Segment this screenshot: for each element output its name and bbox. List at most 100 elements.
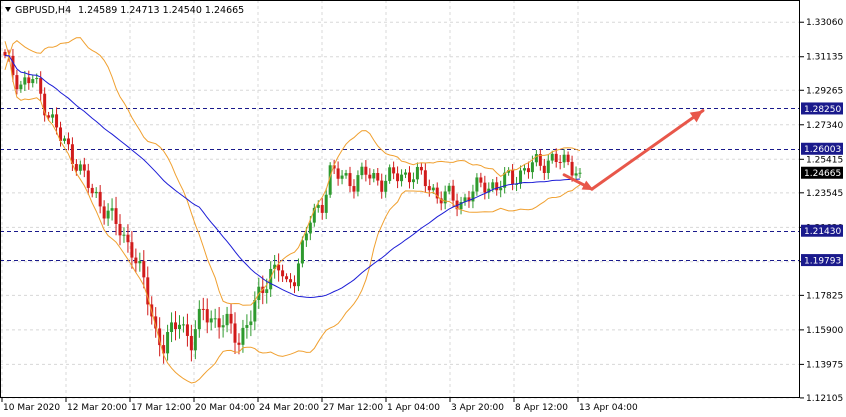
- bull-candle: [443, 185, 447, 210]
- bull-candle: [499, 180, 503, 198]
- bear-candle: [90, 183, 94, 198]
- time-tick-label: 3 Apr 20:00: [451, 403, 504, 413]
- bull-candle: [213, 308, 217, 328]
- time-tick-label: 8 Apr 12:00: [515, 403, 568, 413]
- bull-candle: [415, 162, 419, 184]
- time-tick-label: 12 Mar 20:00: [67, 403, 127, 413]
- bear-candle: [538, 149, 542, 171]
- bull-candle: [122, 227, 126, 243]
- time-axis[interactable]: 10 Mar 2020 12 Mar 20:00 17 Mar 12:00 20 Ma…: [1, 398, 638, 413]
- bear-candle: [467, 190, 471, 208]
- bull-candle: [249, 310, 253, 337]
- candles: [3, 48, 582, 364]
- bollinger-lower-band: [4, 55, 581, 384]
- bull-candle: [388, 164, 392, 184]
- bull-candle: [106, 203, 110, 226]
- price-tick-label: 1.15900: [806, 326, 843, 336]
- time-tick-label: 27 Mar 12:00: [323, 403, 383, 413]
- bear-candle: [352, 179, 356, 199]
- price-axis[interactable]: 1.33060 1.31135 1.29265 1.27340 1.25415 1.235…: [800, 18, 843, 404]
- bear-candle: [229, 303, 233, 334]
- dropdown-triangle-icon[interactable]: [5, 7, 11, 12]
- time-tick-label: 20 Mar 04:00: [195, 403, 255, 413]
- bear-candle: [185, 313, 189, 347]
- bull-candle: [245, 314, 249, 339]
- bear-candle: [407, 166, 411, 189]
- price-tick-label: 1.33060: [806, 18, 843, 28]
- bull-candle: [51, 108, 55, 123]
- bull-candle: [94, 187, 98, 199]
- bull-candle: [221, 315, 225, 338]
- bull-candle: [384, 174, 388, 198]
- bear-candle: [483, 175, 487, 200]
- bear-candle: [118, 214, 122, 246]
- time-tick-label: 10 Mar 2020: [3, 403, 60, 413]
- bear-candle: [285, 273, 289, 283]
- bear-candle: [146, 266, 150, 316]
- bull-candle: [170, 312, 174, 343]
- price-tick-label: 1.17825: [806, 291, 843, 301]
- time-tick-label: 1 Apr 04:00: [387, 403, 440, 413]
- bear-candle: [134, 248, 138, 273]
- bull-candle: [400, 169, 404, 187]
- bear-candle: [277, 253, 281, 282]
- chart-header: GBPUSD,H4 1.24589 1.24713 1.24540 1.2466…: [5, 5, 244, 16]
- bear-candle: [126, 224, 130, 253]
- bull-candle: [372, 169, 376, 183]
- bear-candle: [98, 185, 102, 214]
- bear-candle: [82, 157, 86, 178]
- bear-candle: [66, 132, 70, 151]
- bull-candle: [503, 167, 507, 194]
- bull-candle: [197, 300, 201, 338]
- bear-candle: [495, 176, 499, 196]
- bull-candle: [344, 169, 348, 179]
- bear-candle: [479, 172, 483, 188]
- ohlc-values: 1.24589 1.24713 1.24540 1.24665: [78, 5, 244, 16]
- level-price-label: 1.21430: [804, 227, 841, 237]
- bull-candle: [138, 252, 142, 272]
- price-tick-label: 1.27340: [806, 121, 843, 131]
- price-tick-label: 1.25415: [806, 155, 843, 165]
- price-tick-label: 1.31135: [806, 53, 843, 63]
- bear-candle: [281, 264, 285, 282]
- bear-candle: [336, 161, 340, 186]
- bull-candle: [23, 70, 27, 92]
- chart-window[interactable]: 1.33060 1.31135 1.29265 1.27340 1.25415 1.235…: [0, 0, 846, 417]
- level-price-label: 1.28250: [804, 105, 841, 115]
- bear-candle: [435, 182, 439, 204]
- time-tick-label: 24 Mar 20:00: [259, 403, 319, 413]
- bear-candle: [419, 162, 423, 175]
- time-tick-label: 13 Apr 04:00: [579, 403, 638, 413]
- price-chart[interactable]: 1.33060 1.31135 1.29265 1.27340 1.25415 1.235…: [0, 0, 846, 417]
- bear-candle: [348, 166, 352, 193]
- bull-candle: [534, 150, 538, 167]
- price-tick-label: 1.29265: [806, 86, 843, 96]
- bull-candle: [31, 74, 35, 88]
- bull-candle: [225, 306, 229, 333]
- bull-candle: [522, 164, 526, 175]
- price-tick-label: 1.13975: [806, 360, 843, 370]
- price-tick-label: 1.12105: [806, 394, 843, 404]
- indicators: [4, 37, 581, 384]
- bull-candle: [209, 310, 213, 331]
- forecast-arrow-head-icon: [689, 110, 703, 123]
- bear-candle: [114, 196, 118, 236]
- bull-candle: [177, 315, 181, 339]
- time-tick-label: 17 Mar 12:00: [131, 403, 191, 413]
- level-price-label: 1.26003: [804, 145, 841, 155]
- bear-candle: [439, 191, 443, 211]
- bear-candle: [451, 179, 455, 207]
- bear-candle: [558, 155, 562, 170]
- bull-candle: [411, 172, 415, 189]
- bear-candle: [174, 311, 178, 341]
- bull-candle: [360, 162, 364, 180]
- bear-candle: [427, 179, 431, 197]
- bear-candle: [142, 250, 146, 289]
- bollinger-upper-band: [4, 37, 581, 306]
- price-tick-label: 1.23545: [806, 189, 843, 199]
- bear-candle: [102, 200, 106, 225]
- bull-candle: [296, 258, 300, 292]
- bull-candle: [459, 196, 463, 215]
- bear-candle: [542, 158, 546, 180]
- bear-candle: [376, 168, 380, 186]
